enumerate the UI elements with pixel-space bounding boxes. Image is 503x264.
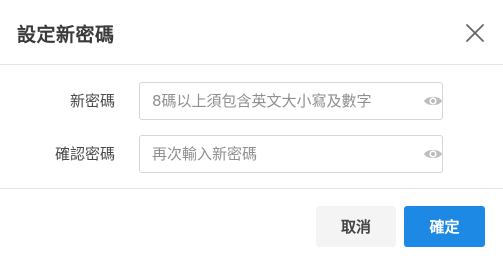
dialog-title: 設定新密碼 (17, 24, 115, 46)
new-password-field-box (139, 82, 443, 120)
set-password-dialog: 設定新密碼 新密碼 確認密碼 取消 確定 (0, 0, 503, 264)
footer-divider (0, 188, 503, 189)
header-divider (0, 64, 503, 65)
show-password-toggle[interactable] (423, 93, 443, 109)
confirm-button[interactable]: 確定 (404, 206, 485, 247)
new-password-row: 新密碼 (0, 82, 503, 120)
confirm-password-field-box (139, 135, 443, 173)
new-password-label: 新密碼 (69, 92, 115, 110)
confirm-password-input[interactable] (140, 136, 416, 172)
new-password-input[interactable] (140, 83, 416, 119)
eye-icon (424, 149, 442, 159)
close-button[interactable] (462, 20, 488, 46)
dialog-header: 設定新密碼 (0, 0, 503, 64)
confirm-password-row: 確認密碼 (0, 135, 503, 173)
cancel-button[interactable]: 取消 (316, 206, 396, 247)
confirm-password-label: 確認密碼 (54, 145, 115, 163)
show-confirm-password-toggle[interactable] (423, 146, 443, 162)
close-icon (466, 24, 484, 42)
eye-icon (424, 96, 442, 106)
